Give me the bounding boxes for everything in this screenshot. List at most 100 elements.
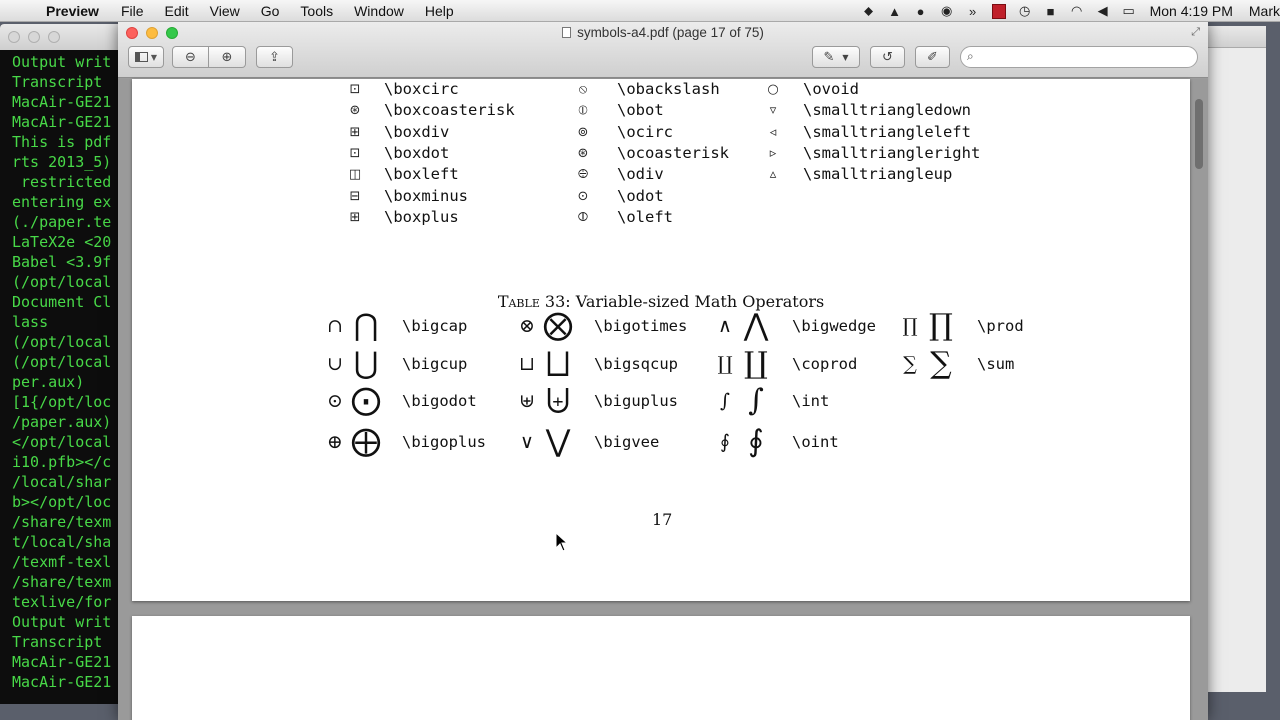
operator-entry: ∪ ⋃ \bigcup (322, 344, 467, 384)
rotate-button[interactable]: ↺ (870, 46, 905, 68)
terminal-line: MacAir-GE21 (12, 93, 112, 111)
menu-help[interactable]: Help (425, 3, 454, 19)
evernote-icon[interactable]: ● (913, 4, 929, 19)
symbol-command: \obot (617, 101, 664, 120)
zoom-in-icon: ⊕ (221, 49, 233, 65)
terminal-zoom-button[interactable] (48, 31, 60, 43)
symbol-command: \boxplus (384, 207, 459, 226)
operator-large-glyph: ⋀ (743, 308, 769, 343)
annotate-button[interactable]: ✎ ▼ (812, 46, 860, 68)
symbol-glyph: ◫ (348, 167, 362, 183)
terminal-line: Transcript (12, 633, 103, 651)
operator-entry: ⊕ ⨁ \bigoplus (322, 422, 486, 462)
zoom-in-button[interactable]: ⊕ (209, 46, 246, 68)
terminal-line: /paper.aux) (12, 413, 112, 431)
operator-entry: ⊗ ⨂ \bigotimes (514, 306, 687, 346)
operator-large-glyph: ⋃ (353, 346, 379, 381)
fullscreen-icon[interactable]: ⤢ (1191, 25, 1200, 39)
pencil-icon: ✐ (927, 49, 938, 65)
operator-small-glyph: ∑ (903, 353, 917, 375)
skype-icon[interactable]: ◉ (939, 3, 955, 19)
operator-command: \biguplus (594, 392, 678, 410)
terminal-line: rts 2013_5) (12, 153, 112, 171)
zoom-out-button[interactable]: ⊖ (172, 46, 209, 68)
menu-edit[interactable]: Edit (165, 3, 189, 19)
operator-large-glyph: ∏ (929, 308, 953, 343)
symbol-command: \oleft (617, 207, 673, 226)
symbol-glyph: ⊞ (349, 209, 361, 225)
operator-command: \int (792, 392, 830, 410)
operator-large-glyph: ∫ (748, 383, 764, 418)
menu-window[interactable]: Window (354, 3, 404, 19)
menu-app-name[interactable]: Preview (46, 3, 99, 19)
operator-command: \bigwedge (792, 317, 876, 335)
edit-toolbar-button[interactable]: ✐ (915, 46, 950, 68)
google-drive-icon[interactable]: ▲ (887, 4, 903, 19)
double-chevron-icon[interactable]: » (965, 4, 981, 19)
terminal-line: Output writ (12, 53, 112, 71)
operator-small-glyph: ∫ (720, 390, 730, 412)
symbol-glyph: ⨸ (577, 167, 589, 183)
terminal-line: Document Cl (12, 293, 112, 311)
vertical-scrollbar[interactable] (1195, 99, 1203, 169)
preview-window: symbols-a4.pdf (page 17 of 75) ⤢ ▼ ⊖ ⊕ ⇪… (118, 22, 1208, 720)
document-view[interactable]: ⊡ \boxcirc ⊛ \boxcoasterisk ⊞ \boxdiv ⊡ \boxdot… (118, 79, 1208, 720)
operator-entry: ∩ ⋂ \bigcap (322, 306, 467, 346)
page-number: 17 (652, 510, 673, 529)
menubar-user[interactable]: Mark (1249, 3, 1280, 19)
terminal-titlebar[interactable] (0, 24, 132, 50)
operator-small-glyph: ∮ (720, 431, 730, 453)
symbol-glyph: ⦷ (577, 209, 589, 225)
background-window-titlebar[interactable] (1207, 26, 1266, 48)
recording-icon[interactable] (991, 3, 1006, 19)
operator-large-glyph: ⨄ (545, 383, 571, 418)
terminal-window[interactable]: Output writ Transcript MacAir-GE21 MacAir-G… (0, 24, 132, 704)
terminal-close-button[interactable] (8, 31, 20, 43)
time-machine-icon[interactable]: ◷ (1017, 3, 1033, 19)
volume-icon[interactable]: ◀ (1095, 3, 1111, 19)
terminal-line: (/opt/local (12, 333, 112, 351)
lock-icon[interactable]: ■ (1043, 4, 1059, 19)
symbol-glyph: ⊡ (349, 82, 361, 97)
symbol-glyph: ▿ (769, 103, 777, 119)
menu-file[interactable]: File (121, 3, 144, 19)
search-field[interactable]: ⌕ (960, 46, 1198, 68)
background-window[interactable] (1206, 26, 1266, 692)
terminal-line: Babel <3.9f (12, 253, 112, 271)
symbol-command: \ocirc (617, 122, 673, 141)
terminal-line: /share/texm (12, 573, 112, 591)
terminal-line: entering ex (12, 193, 112, 211)
terminal-line: [1{/opt/loc (12, 393, 112, 411)
operator-large-glyph: ⨆ (546, 346, 570, 381)
operator-large-glyph: ⋂ (353, 308, 379, 343)
dropbox-icon[interactable]: ⬥ (861, 3, 877, 19)
terminal-output[interactable]: Output writ Transcript MacAir-GE21 MacAir-G… (0, 50, 132, 692)
menu-tools[interactable]: Tools (300, 3, 333, 19)
search-icon: ⌕ (967, 49, 974, 63)
symbol-command: \boxminus (384, 186, 468, 205)
symbol-glyph: ⦶ (578, 103, 588, 119)
sidebar-icon (134, 52, 148, 62)
terminal-minimize-button[interactable] (28, 31, 40, 43)
menubar-clock[interactable]: Mon 4:19 PM (1150, 3, 1233, 19)
window-title: symbols-a4.pdf (page 17 of 75) (118, 25, 1208, 40)
menu-go[interactable]: Go (261, 3, 280, 19)
window-title-text: symbols-a4.pdf (page 17 of 75) (577, 25, 764, 40)
symbol-command: \ovoid (803, 80, 859, 98)
chevron-down-icon: ▼ (150, 52, 158, 62)
wifi-icon[interactable]: ◠ (1069, 3, 1085, 19)
operator-large-glyph: ∐ (744, 346, 768, 381)
menu-view[interactable]: View (210, 3, 240, 19)
menu-bar: Preview File Edit View Go Tools Window H… (0, 0, 1280, 22)
symbol-command: \boxcirc (384, 80, 459, 98)
view-menu-button[interactable]: ▼ (128, 46, 164, 68)
operator-entry: ∏ ∏ \prod (897, 306, 1023, 346)
terminal-line: MacAir-GE21 (12, 653, 112, 671)
symbol-glyph: ◃ (769, 124, 777, 140)
operator-command: \bigsqcup (594, 355, 678, 373)
search-input[interactable] (985, 49, 1190, 65)
zoom-out-icon: ⊖ (185, 49, 196, 65)
battery-icon[interactable]: ▭ (1121, 3, 1137, 19)
share-button[interactable]: ⇪ (256, 46, 293, 68)
symbol-glyph: ▹ (769, 145, 777, 161)
